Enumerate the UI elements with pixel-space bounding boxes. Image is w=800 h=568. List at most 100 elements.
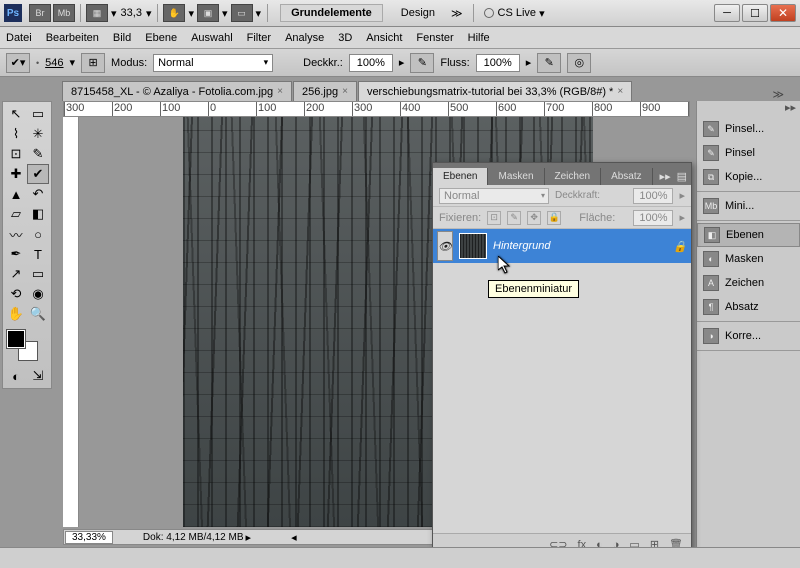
- dock-layers[interactable]: ◧Ebenen: [697, 223, 800, 247]
- eraser-tool[interactable]: ▱: [5, 204, 27, 224]
- panel-tab-char[interactable]: Zeichen: [545, 168, 602, 185]
- dock-masks[interactable]: ◐Masken: [697, 247, 800, 271]
- panel-tab-para[interactable]: Absatz: [601, 168, 653, 185]
- lock-brush-icon[interactable]: ✎: [507, 211, 521, 225]
- document-tab-active[interactable]: verschiebungsmatrix-tutorial bei 33,3% (…: [358, 81, 632, 101]
- wand-tool[interactable]: ✳: [27, 124, 49, 144]
- hand-icon[interactable]: ✋: [163, 4, 185, 22]
- heal-tool[interactable]: ✚: [5, 164, 27, 184]
- menu-view[interactable]: Ansicht: [366, 32, 402, 44]
- menu-filter[interactable]: Filter: [247, 32, 271, 44]
- minibridge-icon[interactable]: Mb: [53, 4, 75, 22]
- gradient-tool[interactable]: ◧: [27, 204, 49, 224]
- eyedropper-tool[interactable]: ✎: [27, 144, 49, 164]
- brush-tool[interactable]: ✔: [27, 164, 49, 184]
- workspace-more-icon[interactable]: ≫: [451, 7, 463, 20]
- layer-blend-select[interactable]: Normal: [439, 188, 549, 204]
- zoom-field[interactable]: 33,33%: [65, 531, 113, 544]
- close-icon[interactable]: ×: [277, 86, 283, 97]
- 3d-camera-tool[interactable]: ◉: [27, 284, 49, 304]
- expand-icon[interactable]: ▸▸: [660, 170, 671, 183]
- layer-name[interactable]: Hintergrund: [493, 240, 550, 252]
- shape-tool[interactable]: ▭: [27, 264, 49, 284]
- workspace-option[interactable]: Design: [391, 5, 445, 21]
- close-icon[interactable]: ×: [342, 86, 348, 97]
- dock-character[interactable]: AZeichen: [697, 271, 800, 295]
- quickmask-icon[interactable]: ◐: [5, 366, 27, 386]
- screen-mode-icon[interactable]: ▭: [231, 4, 253, 22]
- doc-info[interactable]: Dok: 4,12 MB/4,12 MB: [143, 532, 244, 543]
- crop-tool[interactable]: ⊡: [5, 144, 27, 164]
- panel-tab-layers[interactable]: Ebenen: [433, 168, 488, 185]
- view-extras-icon[interactable]: ▦: [86, 4, 108, 22]
- document-tab[interactable]: 8715458_XL - © Azaliya - Fotolia.com.jpg…: [62, 81, 292, 101]
- layer-thumbnail[interactable]: [459, 233, 487, 259]
- layer-opacity-input[interactable]: 100%: [633, 188, 673, 204]
- airbrush-icon[interactable]: ✎: [537, 53, 561, 73]
- workspace-active[interactable]: Grundelemente: [280, 4, 383, 22]
- maximize-button[interactable]: ☐: [742, 4, 768, 22]
- lock-pixels-icon[interactable]: ⊡: [487, 211, 501, 225]
- lock-move-icon[interactable]: ✥: [527, 211, 541, 225]
- menu-select[interactable]: Auswahl: [191, 32, 233, 44]
- history-brush-tool[interactable]: ↶: [27, 184, 49, 204]
- lock-all-icon[interactable]: 🔒: [547, 211, 561, 225]
- menu-file[interactable]: Datei: [6, 32, 32, 44]
- dock-minibridge[interactable]: MbMini...: [697, 194, 800, 218]
- dock-brush[interactable]: ✎Pinsel: [697, 141, 800, 165]
- dock-brush-presets[interactable]: ✎Pinsel...: [697, 117, 800, 141]
- visibility-icon[interactable]: 👁: [437, 231, 453, 261]
- layer-fill-input[interactable]: 100%: [633, 210, 673, 226]
- menu-window[interactable]: Fenster: [416, 32, 453, 44]
- hand-tool[interactable]: ✋: [5, 304, 27, 324]
- pen-tool[interactable]: ✒: [5, 244, 27, 264]
- flow-input[interactable]: 100%: [476, 54, 520, 72]
- dock-clone[interactable]: ⧉Kopie...: [697, 165, 800, 189]
- document-tab[interactable]: 256.jpg×: [293, 81, 357, 101]
- mode-label: Modus:: [111, 57, 147, 69]
- menu-help[interactable]: Hilfe: [468, 32, 490, 44]
- foreground-swatch[interactable]: [7, 330, 25, 348]
- bridge-icon[interactable]: Br: [29, 4, 51, 22]
- blur-tool[interactable]: 〰: [5, 224, 27, 244]
- right-dock: ▸▸ ✎Pinsel... ✎Pinsel ⧉Kopie... MbMini..…: [696, 101, 800, 547]
- type-tool[interactable]: T: [27, 244, 49, 264]
- screenmode-icon[interactable]: ⇲: [27, 366, 49, 386]
- flow-label: Fluss:: [440, 57, 469, 69]
- pressure-opacity-icon[interactable]: ✎: [410, 53, 434, 73]
- menu-3d[interactable]: 3D: [338, 32, 352, 44]
- menu-layer[interactable]: Ebene: [145, 32, 177, 44]
- opacity-label: Deckkr.:: [303, 57, 343, 69]
- lasso-tool[interactable]: ⌇: [5, 124, 27, 144]
- zoom-tool[interactable]: 🔍: [27, 304, 49, 324]
- cslive-button[interactable]: CS Live▾: [484, 7, 545, 20]
- pressure-size-icon[interactable]: ◎: [567, 53, 591, 73]
- marquee-tool[interactable]: ▭: [27, 104, 49, 124]
- brush-panel-icon[interactable]: ⊞: [81, 53, 105, 73]
- layer-row[interactable]: 👁 Hintergrund 🔒: [433, 229, 691, 263]
- close-icon[interactable]: ×: [617, 86, 623, 97]
- zoom-level[interactable]: 33,3: [121, 7, 142, 19]
- stamp-tool[interactable]: ▲: [5, 184, 27, 204]
- close-button[interactable]: ✕: [770, 4, 796, 22]
- path-tool[interactable]: ↗: [5, 264, 27, 284]
- dodge-tool[interactable]: ○: [27, 224, 49, 244]
- menu-edit[interactable]: Bearbeiten: [46, 32, 99, 44]
- brush-size[interactable]: 546: [45, 57, 63, 69]
- dock-paragraph[interactable]: ¶Absatz: [697, 295, 800, 319]
- panel-tab-masks[interactable]: Masken: [488, 168, 544, 185]
- menu-analysis[interactable]: Analyse: [285, 32, 324, 44]
- menu-icon[interactable]: ▤: [677, 170, 687, 183]
- move-tool[interactable]: ↖: [5, 104, 27, 124]
- arrange-icon[interactable]: ▣: [197, 4, 219, 22]
- dock-adjust[interactable]: ◑Korre...: [697, 324, 800, 348]
- 3d-tool[interactable]: ⟲: [5, 284, 27, 304]
- minimize-button[interactable]: ─: [714, 4, 740, 22]
- opacity-input[interactable]: 100%: [349, 54, 393, 72]
- tool-preset-icon[interactable]: ✔▾: [6, 53, 30, 73]
- blend-mode-select[interactable]: Normal: [153, 54, 273, 72]
- collapse-icon[interactable]: ▸▸: [785, 101, 796, 115]
- menubar: Datei Bearbeiten Bild Ebene Auswahl Filt…: [0, 27, 800, 49]
- tabs-overflow-icon[interactable]: ≫: [772, 88, 784, 101]
- menu-image[interactable]: Bild: [113, 32, 131, 44]
